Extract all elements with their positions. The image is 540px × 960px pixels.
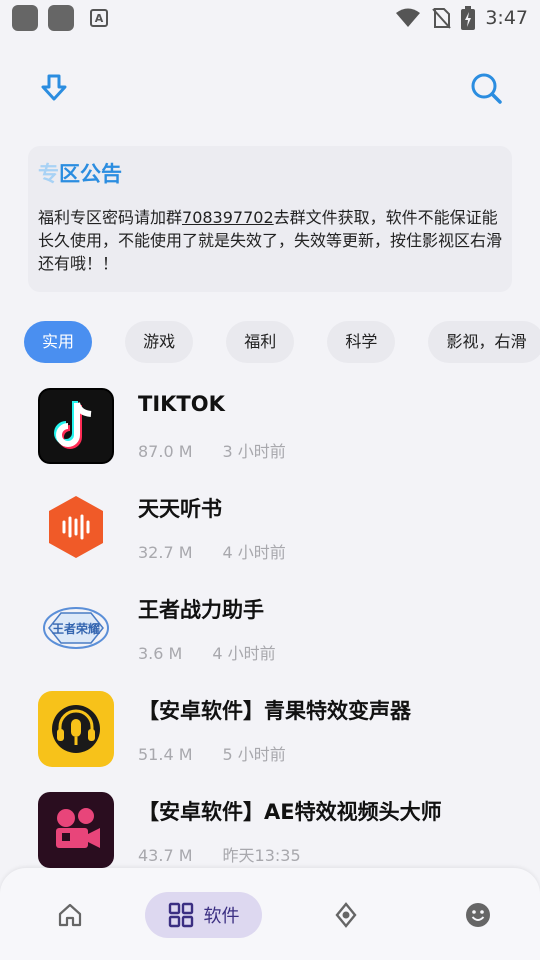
compass-icon xyxy=(335,902,357,928)
top-bar xyxy=(0,60,540,116)
app-meta: 32.7 M 4 小时前 xyxy=(138,539,286,563)
clock: 3:47 xyxy=(485,7,528,29)
smiley-icon xyxy=(466,903,490,927)
list-item[interactable]: 王者荣耀 王者战力助手 3.6 M 4 小时前 xyxy=(0,582,540,683)
category-tabs: 实用 游戏 福利 科学 影视，右滑 xyxy=(24,321,540,365)
app-meta: 51.4 M 5 小时前 xyxy=(138,741,286,765)
search-icon xyxy=(471,73,502,104)
app-size: 87.0 M xyxy=(138,442,193,461)
nav-software[interactable]: 软件 xyxy=(145,892,262,938)
list-item[interactable]: TIKTOK 87.0 M 3 小时前 xyxy=(0,380,540,481)
status-bar: A 3:47 xyxy=(0,0,540,36)
app-time: 4 小时前 xyxy=(212,644,276,663)
list-item[interactable]: 【安卓软件】青果特效变声器 51.4 M 5 小时前 xyxy=(0,683,540,784)
announcement-title: 专区公告 xyxy=(38,162,122,186)
announcement-card: 专区公告 福利专区密码请加群708397702去群文件获取，软件不能保证能长久使… xyxy=(28,146,512,292)
tab-welfare[interactable]: 福利 xyxy=(226,321,295,363)
nav-profile[interactable] xyxy=(458,892,498,938)
app-meta: 43.7 M 昨天13:35 xyxy=(138,842,301,866)
app-meta: 87.0 M 3 小时前 xyxy=(138,438,286,462)
tab-games[interactable]: 游戏 xyxy=(125,321,194,363)
no-sim-icon xyxy=(432,8,452,29)
search-button[interactable] xyxy=(466,68,506,108)
app-time: 4 小时前 xyxy=(222,543,286,562)
app-name: 王者战力助手 xyxy=(138,598,264,622)
game-logo-icon: 王者荣耀 xyxy=(38,590,114,666)
download-button[interactable] xyxy=(34,68,74,108)
app-meta: 3.6 M 4 小时前 xyxy=(138,640,276,664)
nav-home[interactable] xyxy=(50,892,90,938)
microphone-icon xyxy=(38,691,114,767)
app-list: TIKTOK 87.0 M 3 小时前 天天听书 32.7 M 4 小时前 王者荣耀… xyxy=(0,380,540,885)
notification-icon xyxy=(48,5,74,31)
announcement-text: 福利专区密码请加群708397702去群文件获取，软件不能保证能长久使用，不能使… xyxy=(38,208,503,273)
tiktok-icon xyxy=(38,388,114,464)
list-item[interactable]: 天天听书 32.7 M 4 小时前 xyxy=(0,481,540,582)
app-name: 【安卓软件】青果特效变声器 xyxy=(138,699,411,723)
bottom-nav: 软件 xyxy=(0,868,540,960)
app-name: 【安卓软件】AE特效视频头大师 xyxy=(138,800,442,824)
battery-charging-icon xyxy=(461,6,476,30)
group-number-link[interactable]: 708397702 xyxy=(182,208,274,227)
app-name: TIKTOK xyxy=(138,392,225,416)
nav-software-label: 软件 xyxy=(203,906,240,927)
wifi-icon xyxy=(396,8,421,27)
grid-icon xyxy=(168,902,193,928)
app-size: 32.7 M xyxy=(138,543,193,562)
keyboard-icon: A xyxy=(90,9,108,27)
tab-utility[interactable]: 实用 xyxy=(24,321,93,363)
svg-text:王者荣耀: 王者荣耀 xyxy=(52,621,100,636)
audiobook-icon xyxy=(38,489,114,565)
tab-science[interactable]: 科学 xyxy=(327,321,396,363)
film-camera-icon xyxy=(38,792,114,868)
app-size: 43.7 M xyxy=(138,846,193,865)
app-time: 昨天13:35 xyxy=(222,846,301,865)
nav-discover[interactable] xyxy=(326,892,366,938)
app-size: 3.6 M xyxy=(138,644,183,663)
app-time: 5 小时前 xyxy=(222,745,286,764)
app-size: 51.4 M xyxy=(138,745,193,764)
home-icon xyxy=(58,903,82,927)
app-time: 3 小时前 xyxy=(222,442,286,461)
notification-icon xyxy=(12,5,38,31)
download-icon xyxy=(41,74,67,101)
tab-video[interactable]: 影视，右滑 xyxy=(428,321,540,363)
app-name: 天天听书 xyxy=(138,497,222,521)
